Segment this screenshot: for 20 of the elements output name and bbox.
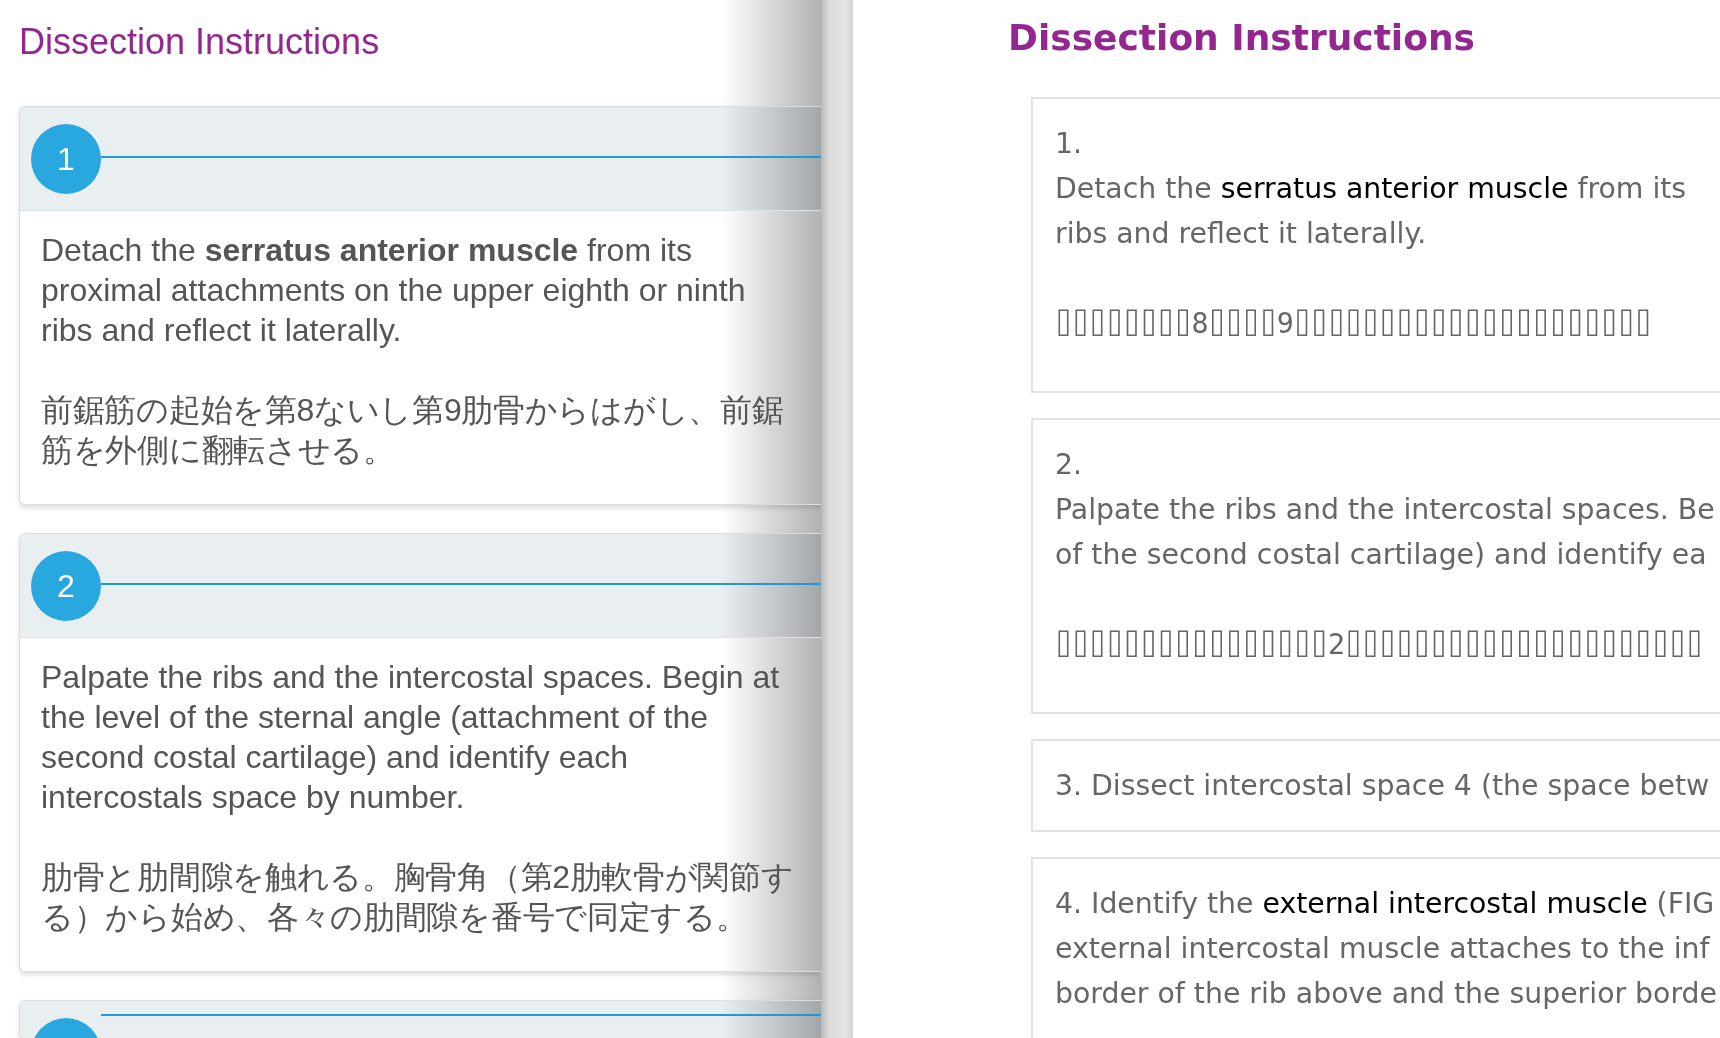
step-number: 1. — [1055, 126, 1084, 162]
instruction-text: 肋骨と肋間隙を触れる。胸骨角（第2肋軟骨が関節する）から始め、各々の肋間隙を番号で同定する。 — [41, 858, 795, 937]
missing-glyph-text: ⌷⌷⌷⌷⌷⌷⌷⌷⌷⌷⌷⌷⌷⌷⌷⌷2⌷⌷⌷⌷⌷⌷⌷⌷⌷⌷⌷⌷⌷⌷⌷⌷⌷⌷⌷⌷⌷ — [1055, 627, 1705, 663]
page-title: Dissection Instructions — [19, 20, 381, 64]
instruction-line: of the second costal cartilage) and identify ea — [1055, 537, 1708, 573]
instruction-text: Palpate the ribs and the intercostal spaces. Begin at the level of the sternal angle (attachment of the second costal cartilage) and identify each intercostals space by number. — [41, 658, 781, 817]
step-number-badge: 2 — [31, 551, 101, 621]
instruction-line: external intercostal muscle attaches to the inf — [1055, 931, 1711, 967]
instruction-line: Palpate the ribs and the intercostal spaces. Be — [1055, 492, 1716, 528]
page-title: Dissection Instructions — [1008, 16, 1476, 60]
instruction-text: 前鋸筋の起始を第8ないし第9肋骨からはがし、前鋸筋を外側に翻転させる。 — [41, 391, 785, 470]
step-number: 2. — [1055, 447, 1084, 483]
instruction-line: Detach the serratus anterior muscle from its — [1055, 171, 1688, 207]
step-number-badge: 1 — [31, 124, 101, 194]
instruction-line: 4. Identify the external intercostal muscle (FIG — [1055, 886, 1716, 922]
instruction-line: border of the rib above and the superior borde — [1055, 976, 1718, 1012]
instruction-line: 3. Dissect intercostal space 4 (the space betw — [1055, 768, 1711, 804]
instruction-line: ribs and reflect it laterally. — [1055, 216, 1428, 252]
missing-glyph-text: ⌷⌷⌷⌷⌷⌷⌷⌷8⌷⌷⌷⌷9⌷⌷⌷⌷⌷⌷⌷⌷⌷⌷⌷⌷⌷⌷⌷⌷⌷⌷⌷⌷⌷ — [1055, 306, 1653, 342]
instruction-text: Detach the serratus anterior muscle from its proximal attachments on the upper eighth or ninth ribs and reflect it laterally. — [41, 231, 747, 350]
